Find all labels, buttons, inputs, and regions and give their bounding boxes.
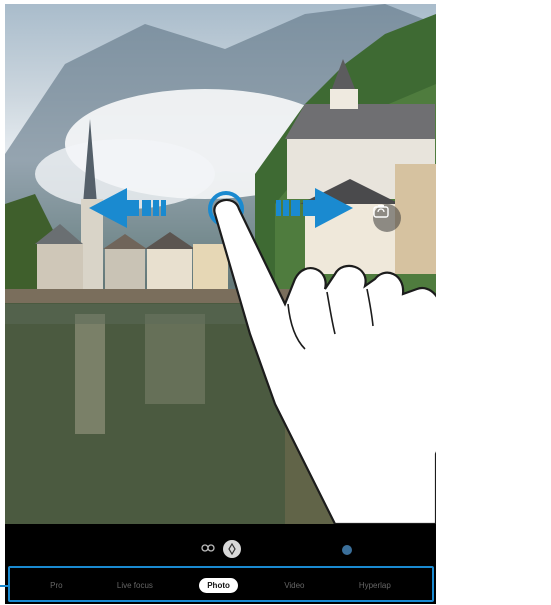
camera-viewfinder[interactable] [5,4,436,524]
lens-switch-icon[interactable] [201,541,215,555]
lens-controls [5,524,436,566]
scene-illustration [5,4,436,524]
mode-bar-highlight [8,566,434,602]
callout-line [0,585,10,587]
camera-screen: Pro Live focus Photo Video Hyperlap [5,4,436,604]
switch-camera-icon[interactable] [373,204,401,232]
wide-lens-icon[interactable] [223,540,241,558]
shutter-indicator[interactable] [342,545,352,555]
